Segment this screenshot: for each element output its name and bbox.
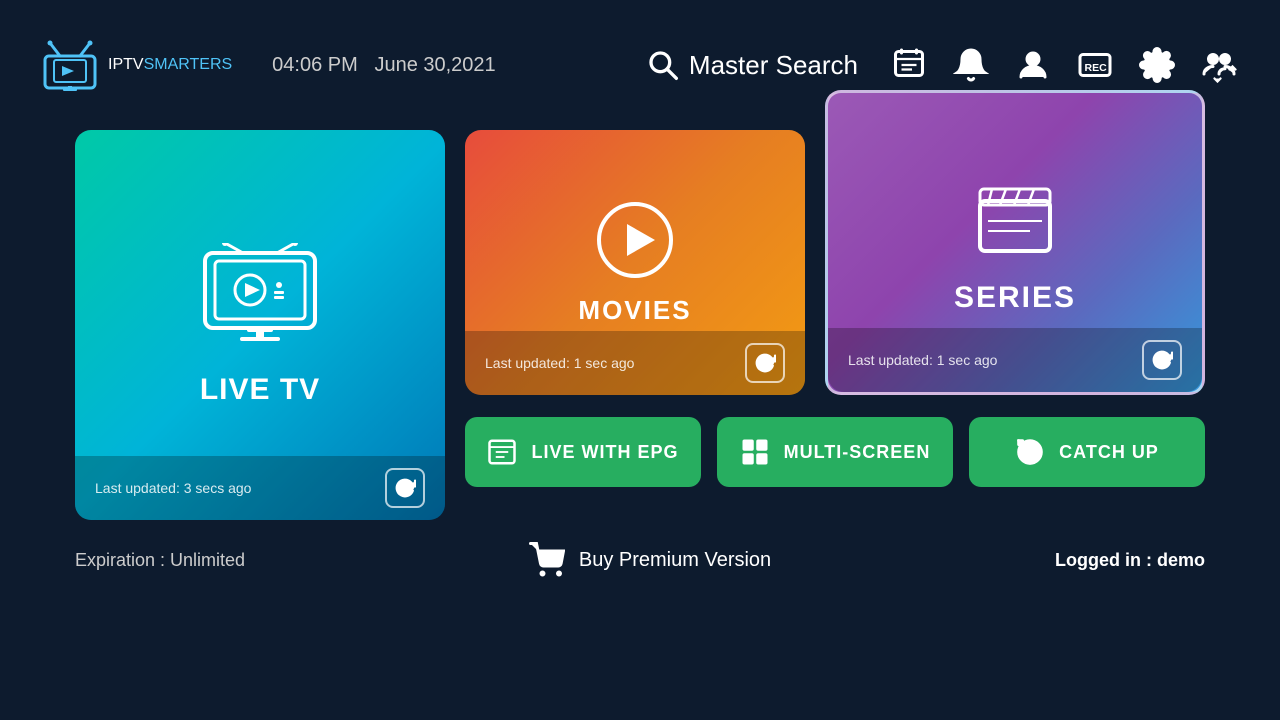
live-tv-label: LIVE TV <box>200 373 320 407</box>
profile-icon[interactable] <box>1012 44 1054 86</box>
notification-icon[interactable] <box>950 44 992 86</box>
logged-in: Logged in : demo <box>1055 550 1205 571</box>
catch-up-label: CATCH UP <box>1059 442 1159 463</box>
logged-in-user: demo <box>1157 550 1205 570</box>
logo-icon <box>40 38 100 93</box>
series-icon <box>970 171 1060 261</box>
live-tv-icon <box>195 243 325 353</box>
logo-text: IPTVSMARTERS <box>108 56 232 74</box>
search-bar[interactable]: Master Search <box>647 49 858 81</box>
live-epg-icon <box>487 437 517 467</box>
search-label: Master Search <box>689 50 858 81</box>
live-epg-label: LIVE WITH EPG <box>531 442 678 463</box>
multi-screen-button[interactable]: MULTI-SCREEN <box>717 417 953 487</box>
series-refresh-button[interactable] <box>1142 340 1182 380</box>
time: 04:06 PM <box>272 54 358 76</box>
logo-smarters: SMARTERS <box>144 56 233 73</box>
right-column: MOVIES Last updated: 1 sec ago <box>465 130 1205 487</box>
live-tv-card[interactable]: LIVE TV Last updated: 3 secs ago <box>75 130 445 520</box>
epg-icon[interactable] <box>888 44 930 86</box>
record-icon[interactable]: REC <box>1074 44 1116 86</box>
cards-row: LIVE TV Last updated: 3 secs ago <box>75 130 1205 520</box>
logo-iptv: IPTV <box>108 56 144 73</box>
expiration: Expiration : Unlimited <box>75 550 245 571</box>
datetime: 04:06 PM June 30,2021 <box>272 54 496 77</box>
bottom-buttons: LIVE WITH EPG MULTI-SCREEN <box>465 417 1205 487</box>
movies-label: MOVIES <box>578 295 691 326</box>
movies-update: Last updated: 1 sec ago <box>485 355 634 371</box>
cart-icon <box>529 542 565 578</box>
date: June 30,2021 <box>374 54 495 76</box>
buy-premium-label: Buy Premium Version <box>579 549 771 572</box>
multi-screen-icon <box>740 437 770 467</box>
live-tv-update: Last updated: 3 secs ago <box>95 480 251 496</box>
multi-screen-label: MULTI-SCREEN <box>784 442 931 463</box>
series-update: Last updated: 1 sec ago <box>848 352 997 368</box>
main-content: LIVE TV Last updated: 3 secs ago <box>0 130 1280 520</box>
series-label: SERIES <box>954 281 1076 315</box>
search-icon <box>647 49 679 81</box>
movies-icon <box>595 200 675 280</box>
buy-premium-button[interactable]: Buy Premium Version <box>529 542 771 578</box>
live-tv-footer: Last updated: 3 secs ago <box>75 456 445 520</box>
series-footer: Last updated: 1 sec ago <box>828 328 1202 392</box>
live-epg-button[interactable]: LIVE WITH EPG <box>465 417 701 487</box>
series-card[interactable]: SERIES Last updated: 1 sec ago <box>825 90 1205 395</box>
header-icons: REC <box>888 44 1240 86</box>
settings-icon[interactable] <box>1136 44 1178 86</box>
svg-text:REC: REC <box>1085 62 1108 74</box>
switch-profile-icon[interactable] <box>1198 44 1240 86</box>
catch-up-button[interactable]: CATCH UP <box>969 417 1205 487</box>
catch-up-icon <box>1015 437 1045 467</box>
logo: IPTVSMARTERS <box>40 38 232 93</box>
logged-in-label: Logged in : <box>1055 550 1152 570</box>
top-right-row: MOVIES Last updated: 1 sec ago <box>465 130 1205 395</box>
footer: Expiration : Unlimited Buy Premium Versi… <box>0 542 1280 578</box>
live-tv-refresh-button[interactable] <box>385 468 425 508</box>
movies-footer: Last updated: 1 sec ago <box>465 331 805 395</box>
movies-refresh-button[interactable] <box>745 343 785 383</box>
movies-card[interactable]: MOVIES Last updated: 1 sec ago <box>465 130 805 395</box>
